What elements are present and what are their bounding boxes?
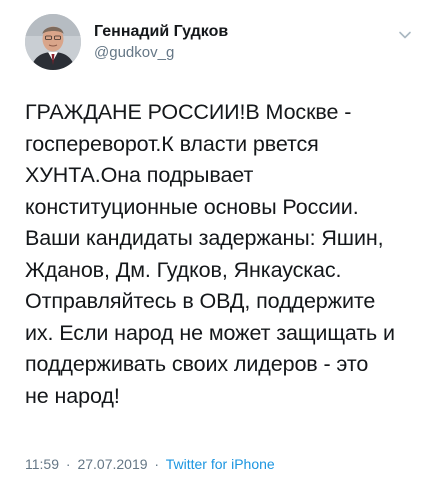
tweet-date[interactable]: 27.07.2019 bbox=[77, 456, 147, 472]
tweet-card: Геннадий Гудков @gudkov_g ГРАЖДАНЕ РОССИ… bbox=[0, 0, 427, 486]
tweet-time[interactable]: 11:59 bbox=[25, 456, 59, 472]
author-info: Геннадий Гудков @gudkov_g bbox=[94, 22, 228, 63]
separator-dot: · bbox=[65, 456, 71, 472]
separator-dot: · bbox=[154, 456, 160, 472]
avatar[interactable] bbox=[25, 14, 81, 70]
tweet-source-link[interactable]: Twitter for iPhone bbox=[166, 456, 275, 472]
author-display-name[interactable]: Геннадий Гудков bbox=[94, 22, 228, 42]
profile-photo bbox=[25, 14, 81, 70]
tweet-metadata: 11:59 · 27.07.2019 · Twitter for iPhone bbox=[25, 454, 275, 474]
chevron-down-icon[interactable] bbox=[397, 27, 413, 43]
author-handle[interactable]: @gudkov_g bbox=[94, 43, 228, 63]
tweet-text: ГРАЖДАНЕ РОССИИ!В Москве - госпереворот.… bbox=[25, 100, 395, 408]
